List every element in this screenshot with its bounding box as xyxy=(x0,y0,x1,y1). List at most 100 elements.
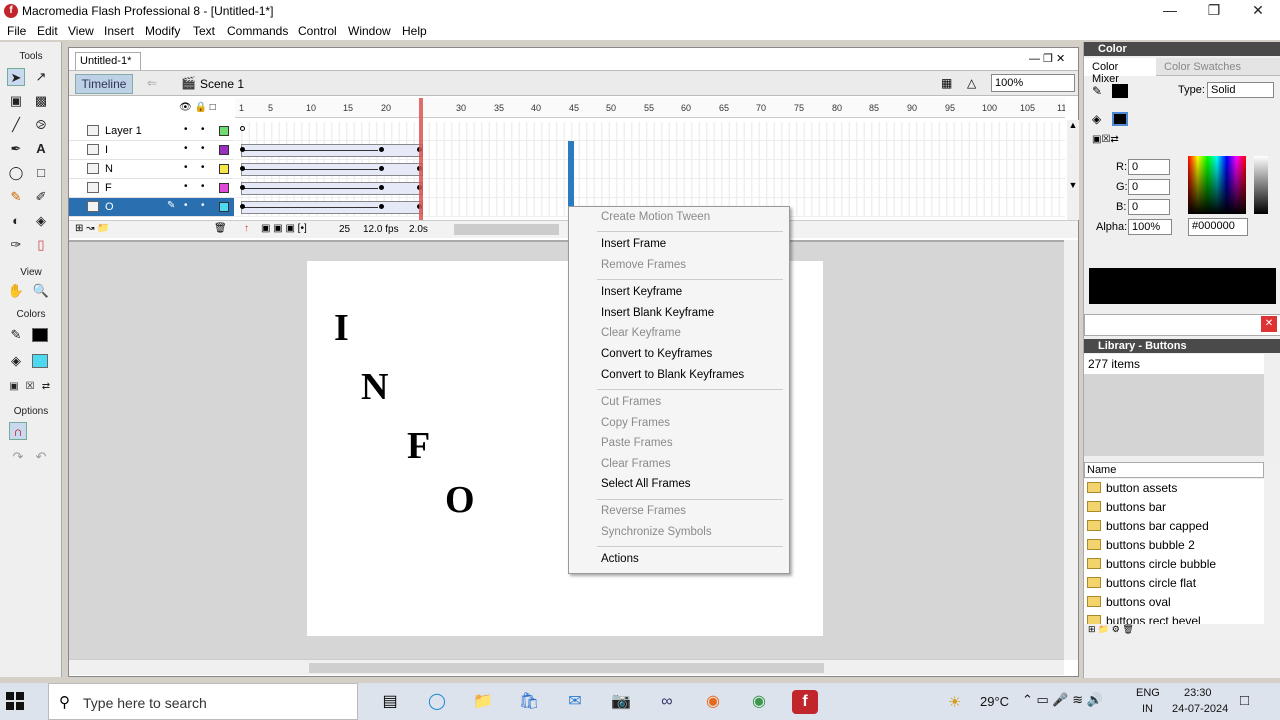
keyframe[interactable] xyxy=(379,204,384,209)
frame-ruler[interactable]: 1 5 10 15 20 30 35 40 45 50 55 60 65 70 75 80 85 90 95 100 1… xyxy=(235,98,1065,118)
r-input[interactable]: 0 xyxy=(1128,159,1170,175)
tray-icons[interactable]: ⌃ ▭ 🎤 ≋ 🔊 xyxy=(1022,692,1103,708)
edit-symbols-icon[interactable]: △ xyxy=(967,76,976,90)
selection-tool-icon[interactable]: ➤ xyxy=(7,68,25,86)
menu-item-insert-blank-keyframe[interactable]: Insert Blank Keyframe xyxy=(601,307,714,319)
menu-item-synchronize-symbols[interactable]: Synchronize Symbols xyxy=(601,526,712,538)
mixer-stroke-swatch[interactable] xyxy=(1112,84,1128,98)
stroke-color-swatch[interactable] xyxy=(32,328,48,342)
chrome-icon[interactable]: ◉ xyxy=(746,690,772,714)
menu-file[interactable]: File xyxy=(7,24,26,38)
back-arrow-icon[interactable]: ⇐ xyxy=(147,76,157,90)
straighten-icon[interactable]: ↶ xyxy=(32,448,50,466)
menu-modify[interactable]: Modify xyxy=(145,24,180,38)
file-explorer-icon[interactable]: 📁 xyxy=(470,690,496,714)
keyframe[interactable] xyxy=(379,166,384,171)
menu-window[interactable]: Window xyxy=(348,24,391,38)
tab-color-mixer[interactable]: Color Mixer xyxy=(1084,58,1156,85)
snap-magnet-icon[interactable]: ∩ xyxy=(9,422,27,440)
notification-icon[interactable]: □ xyxy=(1240,692,1249,709)
g-input[interactable]: 0 xyxy=(1128,179,1170,195)
stage-letter[interactable]: O xyxy=(445,478,475,522)
lock-dot[interactable]: • xyxy=(201,162,205,173)
fill-color-icon[interactable]: ◈ xyxy=(7,352,25,370)
blank-keyframe[interactable] xyxy=(240,126,245,131)
menu-item-insert-keyframe[interactable]: Insert Keyframe xyxy=(601,286,682,298)
menu-view[interactable]: View xyxy=(68,24,94,38)
playhead[interactable] xyxy=(419,98,423,220)
menu-item-actions[interactable]: Actions xyxy=(601,553,639,565)
camera-icon[interactable]: 📷 xyxy=(608,690,634,714)
visibility-dot[interactable]: • xyxy=(184,200,188,211)
add-layer-icons[interactable]: ⊞ ↝ 📁 xyxy=(75,223,110,234)
library-folder[interactable]: buttons bar xyxy=(1084,498,1264,517)
library-panel-header[interactable]: Library - Buttons xyxy=(1084,339,1280,353)
stage-letter[interactable]: N xyxy=(361,365,388,409)
menu-item-paste-frames[interactable]: Paste Frames xyxy=(601,437,673,449)
eraser-icon[interactable]: ▯ xyxy=(32,236,50,254)
tab-color-swatches[interactable]: Color Swatches xyxy=(1164,61,1241,73)
menu-item-reverse-frames[interactable]: Reverse Frames xyxy=(601,505,686,517)
color-spectrum[interactable] xyxy=(1188,156,1246,214)
library-footer-icons[interactable]: ⊞ 📁 ⚙ 🗑 xyxy=(1084,624,1280,638)
free-transform-icon[interactable]: ▣ xyxy=(7,92,25,110)
taskbar-search[interactable]: ⚲ Type here to search xyxy=(48,683,358,720)
menu-help[interactable]: Help xyxy=(402,24,427,38)
app-icon[interactable]: ∞ xyxy=(654,690,680,714)
stroke-pencil-icon[interactable]: ✎ xyxy=(1092,84,1102,98)
onion-skin-icons[interactable]: ▣ ▣ ▣ [•] xyxy=(261,223,307,234)
timeline-vscroll[interactable]: ▲ ▼ xyxy=(1067,120,1079,220)
zoom-tool-icon[interactable]: 🔍 xyxy=(32,282,50,300)
restore-button[interactable]: ❐ xyxy=(1192,0,1236,22)
close-button[interactable]: ✕ xyxy=(1236,0,1280,22)
pencil-tool-icon[interactable]: ✎ xyxy=(7,188,25,206)
task-view-icon[interactable]: ▤ xyxy=(377,690,403,714)
fill-bucket-icon[interactable]: ◈ xyxy=(1092,112,1101,126)
layer-row[interactable]: N • • xyxy=(69,160,234,179)
menu-insert[interactable]: Insert xyxy=(104,24,134,38)
mixer-fill-swatch[interactable] xyxy=(1112,112,1128,126)
layer-outline-swatch[interactable] xyxy=(219,202,229,212)
ink-bottle-icon[interactable]: ◐ xyxy=(7,212,25,230)
keyframe[interactable] xyxy=(240,204,245,209)
menu-control[interactable]: Control xyxy=(298,24,337,38)
stage-hscroll-thumb[interactable] xyxy=(309,663,824,673)
keyframe[interactable] xyxy=(240,166,245,171)
rectangle-tool-icon[interactable]: □ xyxy=(32,164,50,182)
visibility-dot[interactable]: • xyxy=(184,162,188,173)
doc-window-controls[interactable]: — ❐ ✕ xyxy=(1029,52,1065,65)
b-input[interactable]: 0 xyxy=(1128,199,1170,215)
language-bottom[interactable]: IN xyxy=(1142,703,1153,715)
library-folder[interactable]: buttons circle bubble xyxy=(1084,555,1264,574)
timeline-button[interactable]: Timeline xyxy=(75,74,133,94)
clock-date[interactable]: 24-07-2024 xyxy=(1172,703,1228,715)
windows-start-icon[interactable] xyxy=(6,692,36,712)
library-folder[interactable]: button assets xyxy=(1084,479,1264,498)
minimize-button[interactable]: — xyxy=(1148,0,1192,22)
library-folder[interactable]: buttons rect bevel xyxy=(1084,612,1264,624)
layer-row-selected[interactable]: O ✎ • • xyxy=(69,198,234,217)
paint-bucket-icon[interactable]: ◈ xyxy=(32,212,50,230)
frame-row[interactable] xyxy=(235,179,1065,198)
frame-row[interactable] xyxy=(235,122,1065,141)
oval-tool-icon[interactable]: ◯ xyxy=(7,164,25,182)
menu-item-insert-frame[interactable]: Insert Frame xyxy=(601,238,666,250)
selected-frames[interactable] xyxy=(568,141,574,211)
brush-tool-icon[interactable]: ✐ xyxy=(32,188,50,206)
visibility-dot[interactable]: • xyxy=(184,124,188,135)
language-top[interactable]: ENG xyxy=(1136,687,1160,699)
keyframe[interactable] xyxy=(379,147,384,152)
alpha-input[interactable]: 100% xyxy=(1128,219,1172,235)
stage-letter[interactable]: F xyxy=(407,424,430,468)
eye-lock-outline-icons[interactable]: 👁 🔒 □ xyxy=(179,102,216,113)
keyframe[interactable] xyxy=(240,185,245,190)
hand-tool-icon[interactable]: ✋ xyxy=(7,282,25,300)
keyframe[interactable] xyxy=(379,185,384,190)
visibility-dot[interactable]: • xyxy=(184,143,188,154)
layer-outline-swatch[interactable] xyxy=(219,126,229,136)
temperature[interactable]: 29°C xyxy=(980,694,1009,709)
frame-row[interactable] xyxy=(235,141,1065,160)
mixer-default-icons[interactable]: ▣☒⇄ xyxy=(1092,134,1119,145)
store-icon[interactable]: 🛍 xyxy=(516,690,542,714)
hex-input[interactable]: #000000 xyxy=(1188,218,1248,236)
